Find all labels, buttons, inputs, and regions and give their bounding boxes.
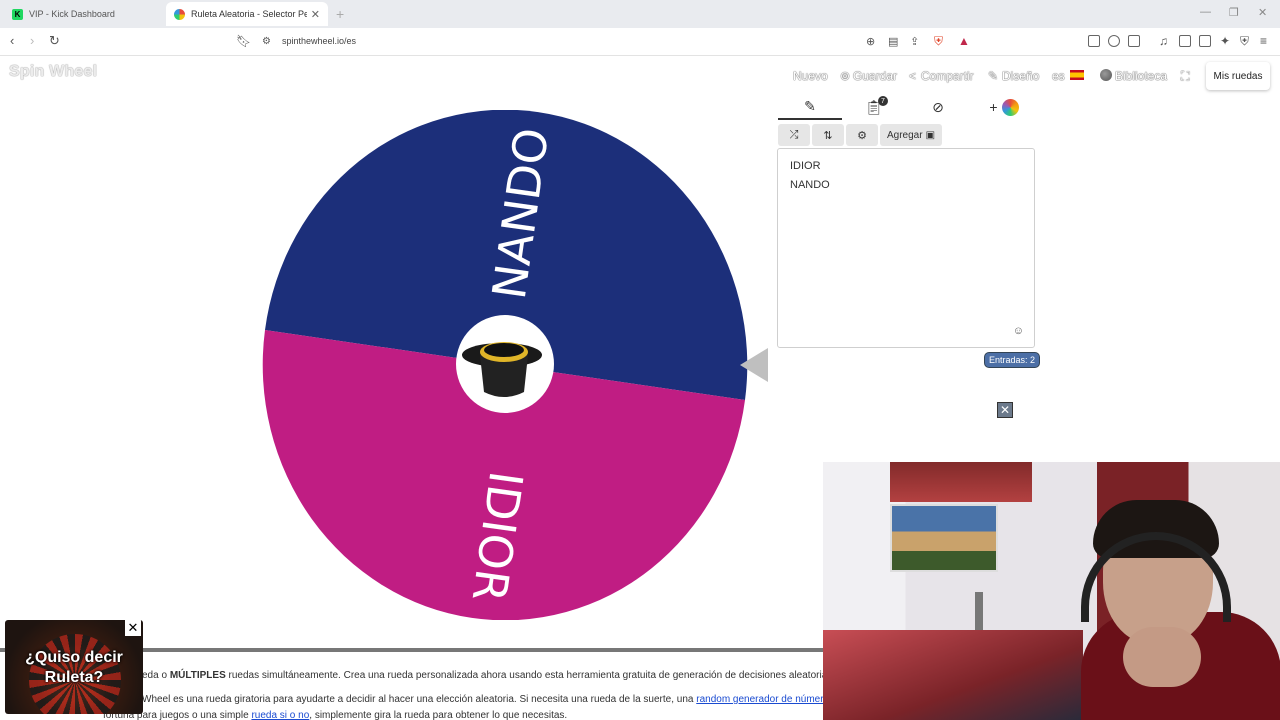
shuffle-button[interactable]: ⤮ <box>778 124 810 146</box>
spain-flag-icon[interactable] <box>1070 70 1084 80</box>
popup-line: ¿Quiso decir <box>25 649 123 666</box>
forward-icon[interactable]: › <box>30 34 34 48</box>
article-line: fortuna para juegos o una simple rueda s… <box>103 710 567 720</box>
popup-line: Ruleta? <box>44 669 104 686</box>
article-text: eda o <box>142 670 170 681</box>
roulette-popup[interactable]: ¿Quiso decir Ruleta? ✕ <box>5 620 143 714</box>
site-info-icon[interactable]: ⚙ <box>262 35 271 49</box>
sort-icon: ⇅ <box>823 129 833 142</box>
close-tab-icon[interactable]: ✕ <box>311 8 320 21</box>
tab-edit[interactable]: ✎ <box>778 94 842 120</box>
tab-title: Ruleta Aleatoria - Selector Personalizad… <box>191 9 307 19</box>
webcam-overlay <box>823 462 1280 720</box>
kick-icon: K <box>12 8 23 20</box>
wall-poster <box>890 462 1032 502</box>
extension-icon[interactable] <box>1108 35 1120 47</box>
color-wheel-icon <box>1001 98 1019 116</box>
shuffle-icon: ⤮ <box>789 128 799 141</box>
editor-tabs: ✎ 📋︎ 7 ⊘ + <box>778 94 1036 120</box>
sidebar-icon[interactable] <box>1179 35 1191 47</box>
minimize-icon[interactable]: — <box>1200 6 1211 18</box>
wheel-icon <box>174 8 185 20</box>
address-bar[interactable]: ⚙ spinthewheel.io/es ⊕ ▤ ⇪ ⛨ ▲ <box>256 32 976 52</box>
tab-add-color[interactable]: + <box>972 94 1036 120</box>
leo-icon[interactable]: ✦ <box>1220 34 1230 48</box>
edit-icon: ✎ <box>804 97 816 114</box>
entries-count-badge: Entradas: 2 <box>984 352 1041 368</box>
vpn-icon[interactable]: ⛨ <box>1240 34 1249 48</box>
browser-tab-bar: K VIP - Kick Dashboard Ruleta Aleatoria … <box>0 0 1280 28</box>
language-selector[interactable]: es <box>1052 69 1065 83</box>
results-badge: 7 <box>878 96 888 106</box>
window-close-icon[interactable]: ✕ <box>1258 6 1267 19</box>
share-icon[interactable]: ⇪ <box>910 35 919 49</box>
article-bold: MÚLTIPLES <box>169 670 226 681</box>
sort-button[interactable]: ⇅ <box>812 124 844 146</box>
diseno-button[interactable]: Diseño <box>1002 69 1039 83</box>
menu-icon[interactable]: ≡ <box>1260 34 1267 48</box>
popup-text: ¿Quiso decir Ruleta? <box>5 648 143 688</box>
image-icon: ▣ <box>925 129 936 141</box>
emoji-icon[interactable]: ☺ <box>1013 325 1024 337</box>
browser-tab-kick[interactable]: K VIP - Kick Dashboard <box>4 2 166 26</box>
entries-textarea[interactable]: IDIOR NANDO ☺ <box>777 148 1035 348</box>
save-icon: ⊚ <box>840 69 851 83</box>
zoom-icon[interactable]: ⊕ <box>866 35 875 49</box>
add-image-label: Agregar <box>886 129 923 141</box>
browser-toolbar: ‹ › ↻ 🔖︎ ⚙ spinthewheel.io/es ⊕ ▤ ⇪ ⛨ ▲ … <box>0 28 1280 56</box>
reload-icon[interactable]: ↻ <box>49 34 60 48</box>
tab-results[interactable]: 📋︎ 7 <box>842 94 906 120</box>
eye-off-icon: ⊘ <box>932 98 944 115</box>
tab-hidden[interactable]: ⊘ <box>906 94 970 120</box>
gear-icon: ⚙ <box>857 129 867 142</box>
tab-title: VIP - Kick Dashboard <box>29 9 115 19</box>
plus-icon: + <box>989 99 998 115</box>
extension-icon[interactable] <box>1088 35 1100 47</box>
article-text: ruedas simultáneamente. Crea una rueda p… <box>225 670 824 681</box>
new-tab-icon[interactable]: + <box>336 6 344 22</box>
wheel-pointer <box>740 348 768 382</box>
article-text: Wheel es una rueda giratoria para ayudar… <box>142 694 697 705</box>
random-number-link[interactable]: random generador de números <box>696 694 824 705</box>
site-logo[interactable]: Spin Wheel <box>9 63 97 81</box>
entry-line: IDIOR <box>790 160 821 172</box>
close-ad-icon[interactable]: ✕ <box>997 402 1013 418</box>
entry-line: NANDO <box>790 179 830 191</box>
yes-no-wheel-link[interactable]: rueda si o no <box>251 710 309 720</box>
article-line: Wheel es una rueda giratoria para ayudar… <box>142 694 824 705</box>
music-icon[interactable]: ♫ <box>1159 34 1168 48</box>
browser-tab-spinwheel[interactable]: Ruleta Aleatoria - Selector Personalizad… <box>166 2 328 26</box>
wall-poster <box>890 504 998 572</box>
nuevo-button[interactable]: Nuevo <box>793 69 828 83</box>
add-image-button[interactable]: Agregar ▣ <box>880 124 942 146</box>
url-text: spinthewheel.io/es <box>282 36 357 46</box>
reader-icon[interactable]: ▤ <box>888 35 898 49</box>
article-line: eda o MÚLTIPLES ruedas simultáneamente. … <box>142 670 824 681</box>
streamer-hand <box>1123 627 1201 687</box>
spin-wheel[interactable]: NANDO IDIOR <box>262 110 748 620</box>
article-text: , simplemente gira la rueda para obtener… <box>309 710 568 720</box>
brave-shields-icon[interactable]: ⛨ <box>934 34 943 48</box>
restore-icon[interactable]: ❐ <box>1229 6 1239 19</box>
room-bed <box>823 630 1083 720</box>
my-wheels-button[interactable]: Mis ruedas <box>1206 62 1270 90</box>
back-icon[interactable]: ‹ <box>10 34 14 48</box>
extension-icon[interactable] <box>1128 35 1140 47</box>
guardar-button[interactable]: Guardar <box>853 69 897 83</box>
globe-icon <box>1100 69 1112 81</box>
top-hat-icon <box>456 315 554 413</box>
share-icon: < <box>909 69 917 83</box>
wallet-icon[interactable] <box>1199 35 1211 47</box>
rewards-icon[interactable]: ▲ <box>958 34 970 48</box>
settings-button[interactable]: ⚙ <box>846 124 878 146</box>
bookmark-icon[interactable]: 🔖︎ <box>236 34 251 48</box>
biblioteca-button[interactable]: Biblioteca <box>1115 69 1167 83</box>
editor-toolbar: ⤮ ⇅ ⚙ Agregar ▣ <box>778 124 942 146</box>
fullscreen-icon[interactable]: ⛶ <box>1181 69 1189 84</box>
pencil-icon: ✎ <box>988 69 999 83</box>
close-popup-icon[interactable]: ✕ <box>125 620 141 636</box>
compartir-button[interactable]: Compartir <box>921 69 974 83</box>
